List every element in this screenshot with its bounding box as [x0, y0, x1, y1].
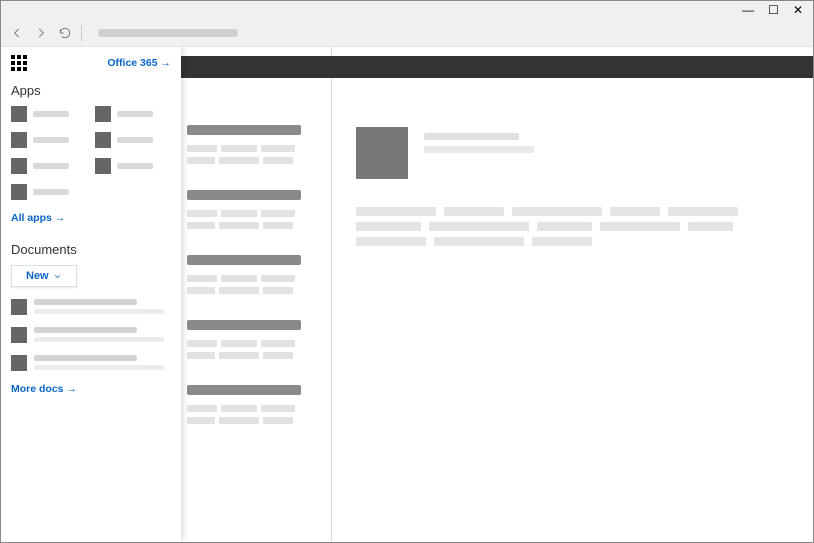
app-launcher-panel: Office 365 → Apps All apps → Documents N… [1, 47, 181, 542]
app-label [33, 189, 69, 195]
app-icon [95, 106, 111, 122]
app-label [33, 163, 69, 169]
document-meta [34, 355, 171, 371]
documents-heading: Documents [11, 242, 171, 257]
document-icon [11, 327, 27, 343]
all-apps-link[interactable]: All apps → [11, 212, 171, 224]
browser-window: — ☐ ✕ Office 365 → Apps [0, 0, 814, 543]
apps-heading: Apps [11, 83, 171, 98]
back-button[interactable] [9, 25, 25, 41]
content-header [356, 127, 789, 179]
window-close-button[interactable]: ✕ [793, 4, 803, 16]
app-tile[interactable] [11, 184, 87, 200]
list-column [181, 47, 331, 542]
new-button-label: New [26, 270, 49, 282]
app-icon [11, 132, 27, 148]
document-icon [11, 299, 27, 315]
app-tile[interactable] [11, 132, 87, 148]
list-item-title [187, 125, 301, 135]
content-thumbnail [356, 127, 408, 179]
app-tile[interactable] [95, 106, 171, 122]
app-label [117, 111, 153, 117]
list-item[interactable] [187, 320, 321, 359]
toolbar-divider [81, 25, 82, 41]
document-item[interactable] [11, 299, 171, 315]
app-tile[interactable] [95, 132, 171, 148]
document-meta [34, 299, 171, 315]
content-title [424, 133, 519, 140]
address-bar[interactable] [90, 24, 805, 42]
page-content: Office 365 → Apps All apps → Documents N… [1, 47, 813, 542]
list-item[interactable] [187, 125, 321, 164]
content-subtitle [424, 146, 534, 153]
app-icon [95, 132, 111, 148]
app-icon [11, 106, 27, 122]
list-item-title [187, 320, 301, 330]
app-icon [11, 158, 27, 174]
app-icon [11, 184, 27, 200]
header-bar [181, 56, 813, 78]
content-body [356, 207, 789, 246]
new-document-button[interactable]: New [11, 265, 77, 287]
forward-button[interactable] [33, 25, 49, 41]
more-docs-link[interactable]: More docs → [11, 383, 171, 395]
app-label [117, 163, 153, 169]
document-icon [11, 355, 27, 371]
window-titlebar: — ☐ ✕ [1, 1, 813, 19]
app-icon [95, 158, 111, 174]
list-item-title [187, 385, 301, 395]
document-item[interactable] [11, 327, 171, 343]
app-tile[interactable] [11, 158, 87, 174]
app-label [33, 137, 69, 143]
browser-toolbar [1, 19, 813, 47]
list-item-title [187, 255, 301, 265]
app-label [117, 137, 153, 143]
refresh-button[interactable] [57, 25, 73, 41]
app-tile[interactable] [95, 158, 171, 174]
reading-pane [331, 47, 813, 542]
app-label [33, 111, 69, 117]
chevron-down-icon [53, 272, 62, 281]
list-item[interactable] [187, 190, 321, 229]
window-minimize-button[interactable]: — [742, 4, 754, 16]
address-placeholder [98, 29, 238, 37]
app-tile[interactable] [11, 106, 87, 122]
office365-link[interactable]: Office 365 → [107, 57, 171, 69]
document-item[interactable] [11, 355, 171, 371]
app-launcher-icon[interactable] [11, 55, 27, 71]
document-meta [34, 327, 171, 343]
list-item[interactable] [187, 255, 321, 294]
list-item[interactable] [187, 385, 321, 424]
apps-grid [11, 106, 171, 200]
window-maximize-button[interactable]: ☐ [768, 4, 779, 16]
list-item-title [187, 190, 301, 200]
